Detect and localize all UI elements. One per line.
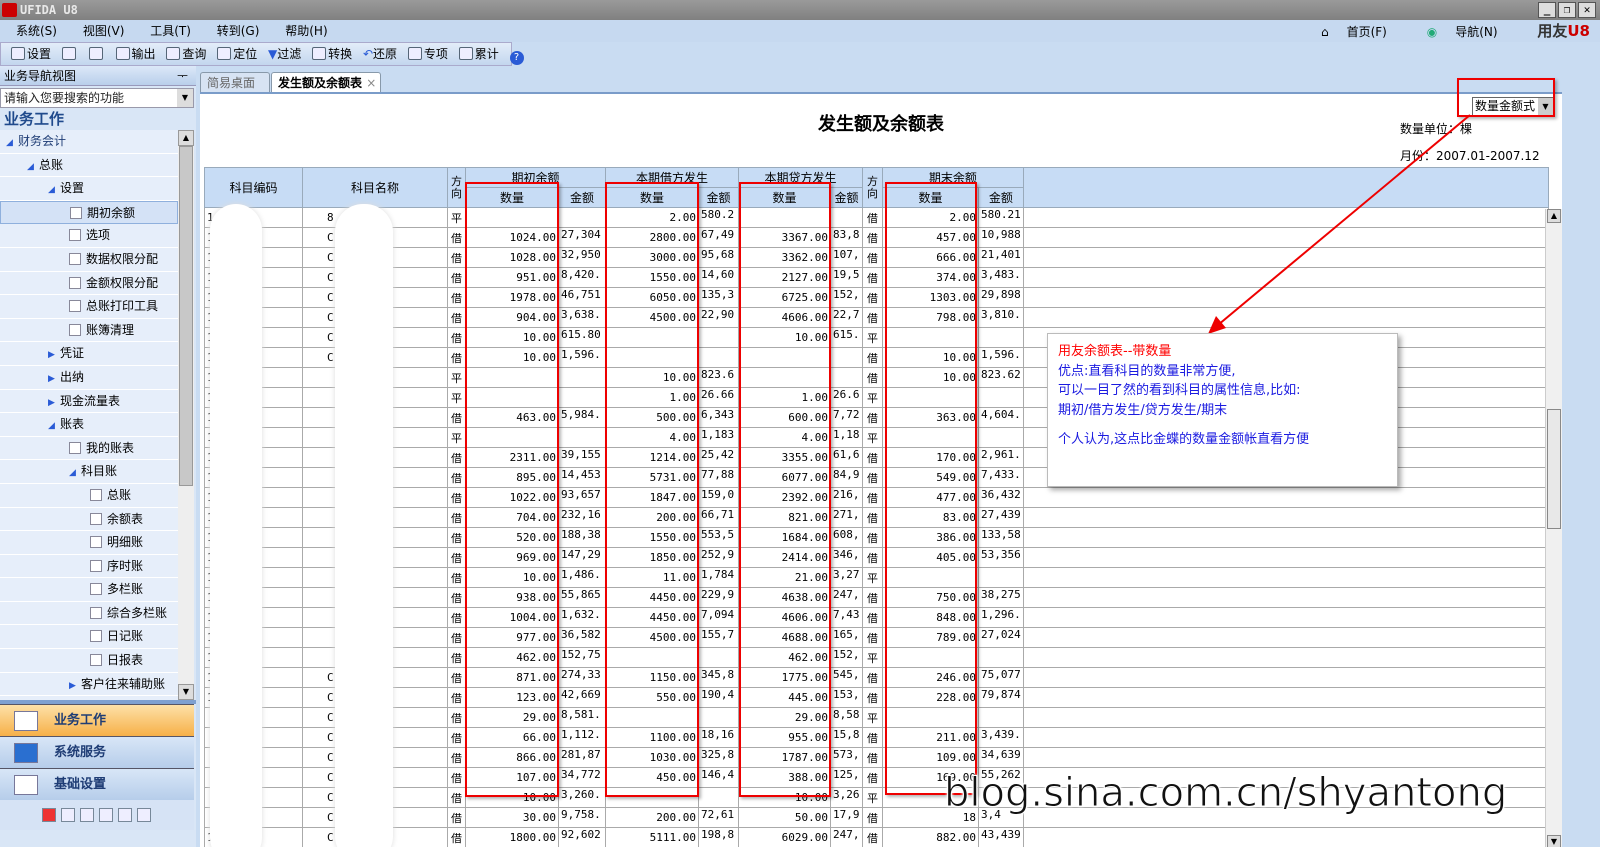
annotation-note: 用友余额表--带数量 优点:直看科目的数量非常方便, 可以一目了然的看到科目的属… xyxy=(1047,333,1398,487)
note-line: 可以一目了然的看到科目的属性信息,比如: xyxy=(1058,383,1301,398)
note-opinion: 个人认为,这点比金蝶的数量金额帐直看方便 xyxy=(1058,432,1310,447)
note-line: 优点:直看科目的数量非常方便, xyxy=(1058,363,1236,379)
note-line: 期初/借方发生/贷方发生/期末 xyxy=(1058,402,1228,418)
note-title: 用友余额表--带数量 xyxy=(1058,344,1172,359)
watermark: blog.sina.com.cn/shyantong xyxy=(943,770,1508,817)
